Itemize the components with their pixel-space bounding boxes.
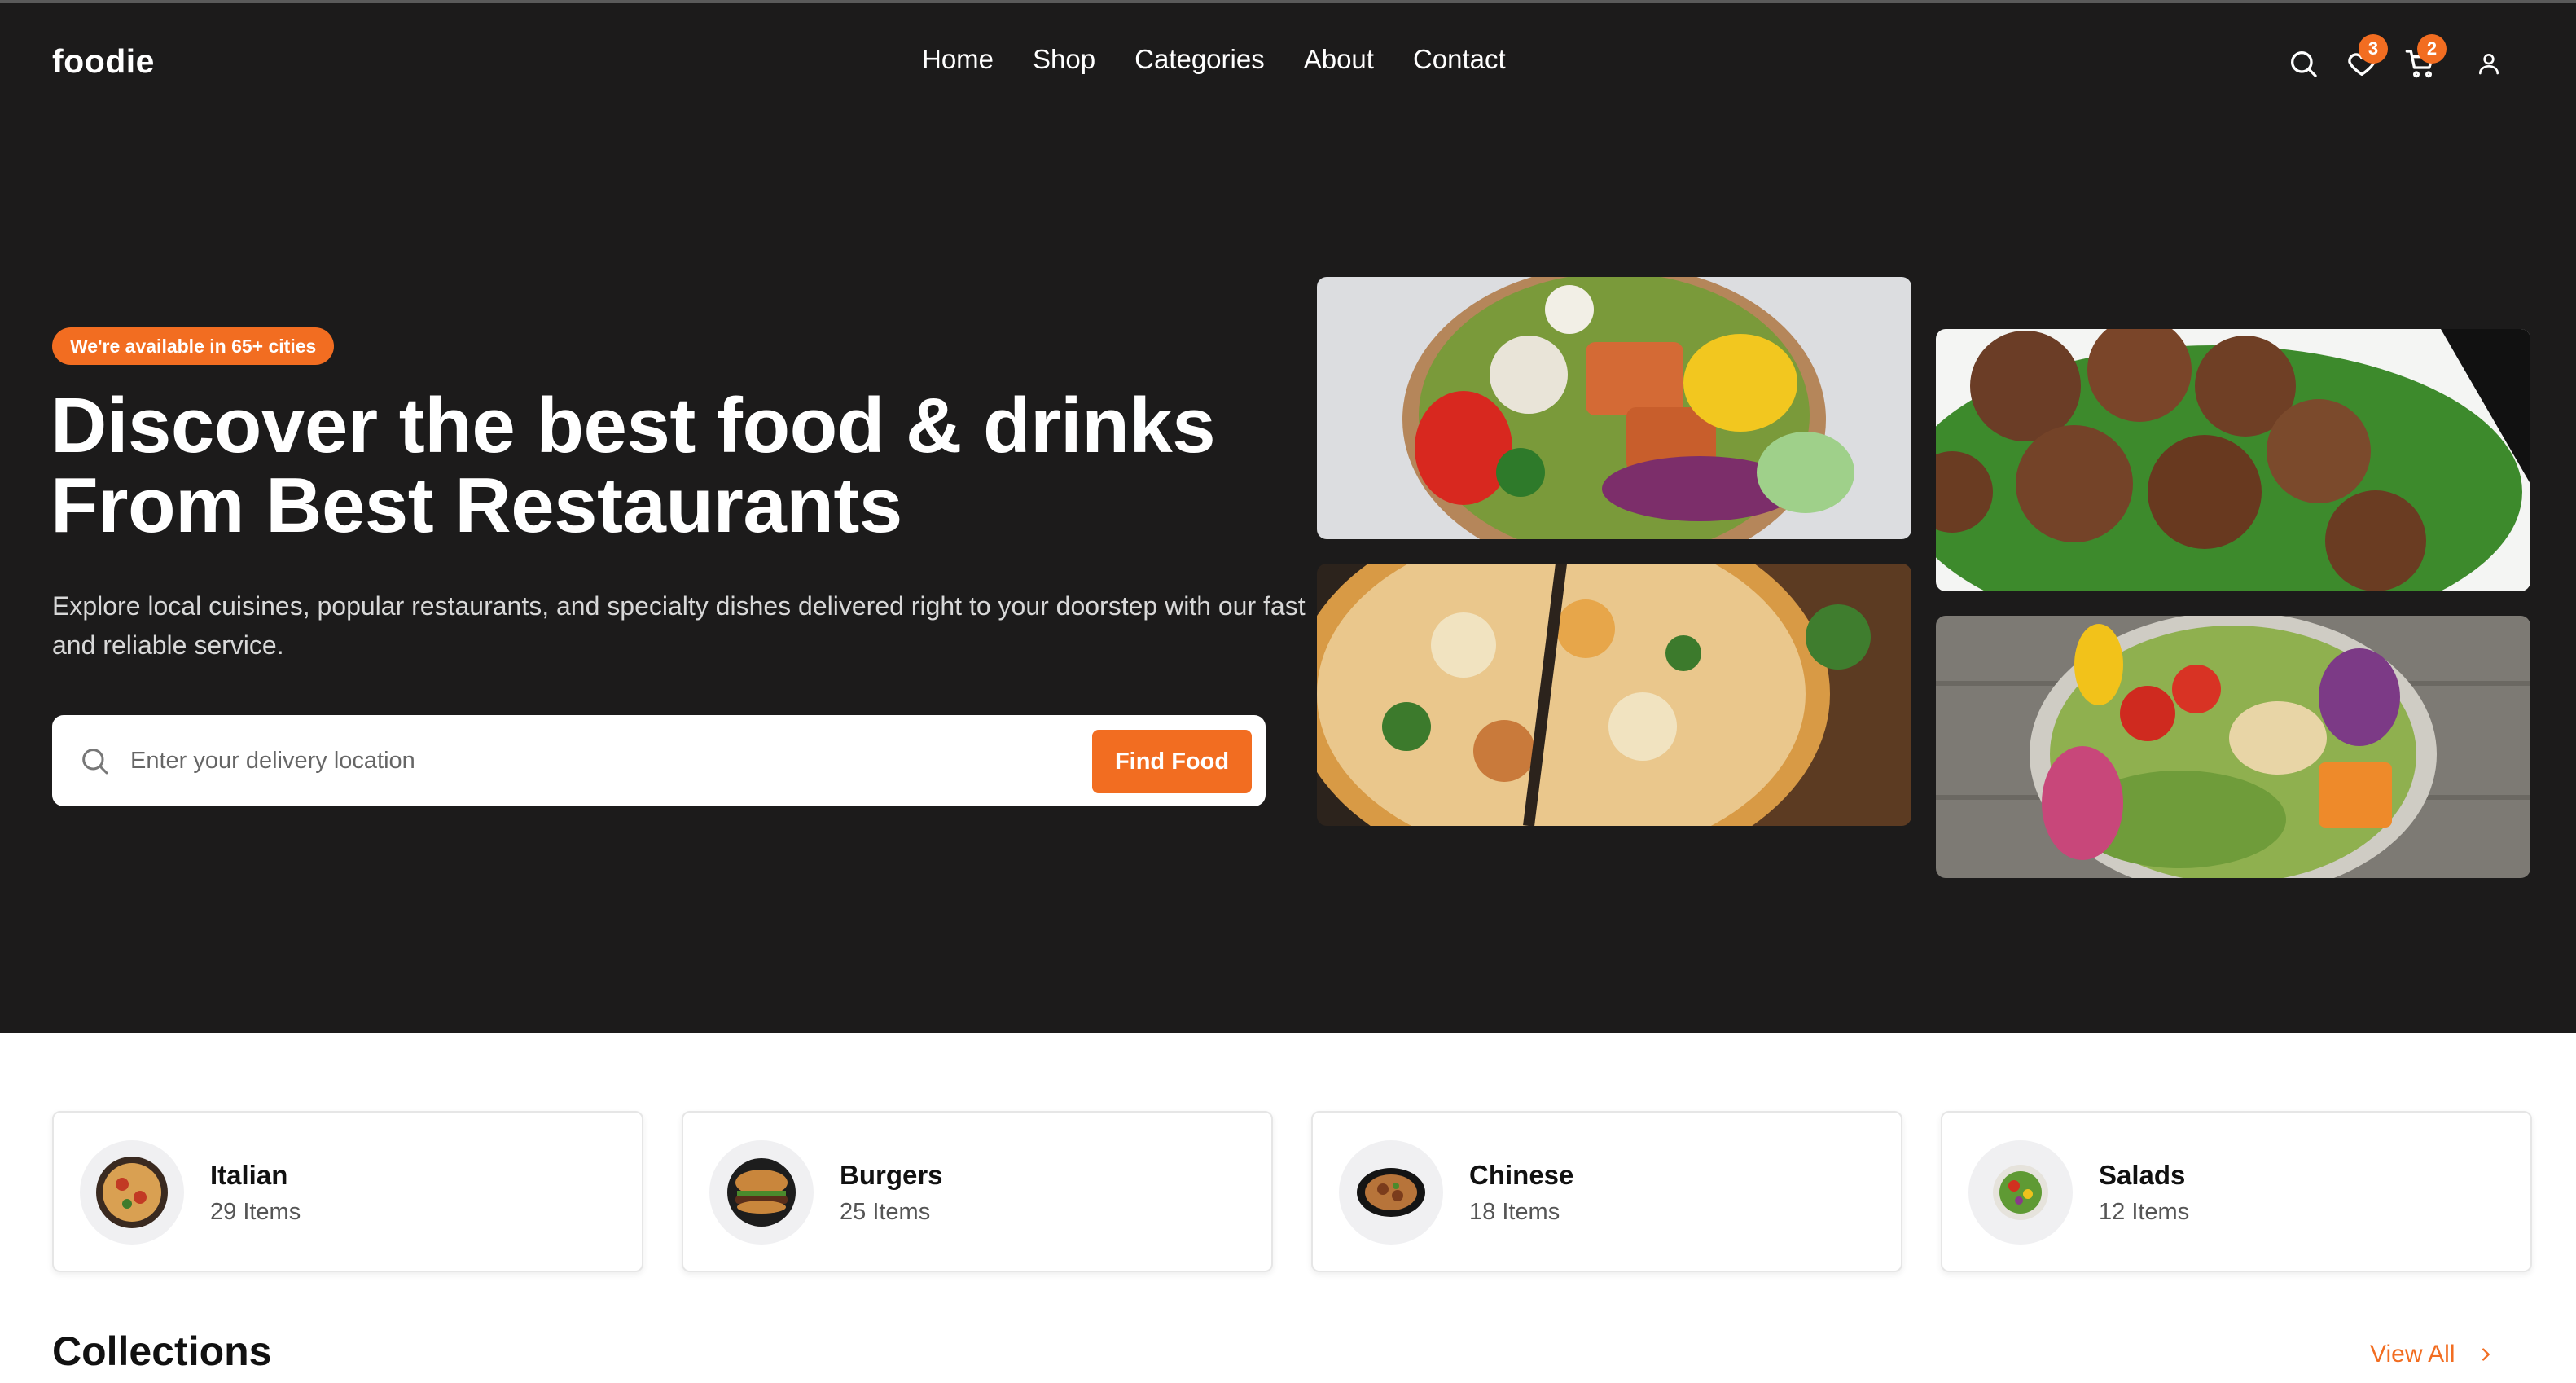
category-name: Chinese: [1469, 1160, 1574, 1190]
category-name: Italian: [210, 1160, 288, 1190]
food-image-salad-bowl: [1317, 277, 1911, 539]
chevron-right-icon: [2482, 1348, 2490, 1361]
header-actions: 3 2: [2280, 34, 2525, 90]
logo[interactable]: foodie: [52, 42, 155, 81]
category-thumb-salads: [1968, 1140, 2073, 1245]
hero-title-line-2: From Best Restaurants: [50, 462, 902, 549]
hero-title-line-1: Discover the best food & drinks: [50, 382, 1216, 469]
hero-section: foodie Home Shop Categories About Contac…: [0, 3, 2576, 1033]
nav-contact[interactable]: Contact: [1413, 44, 1506, 75]
find-food-button[interactable]: Find Food: [1092, 730, 1252, 793]
availability-badge: We're available in 65+ cities: [52, 327, 335, 365]
nav-shop[interactable]: Shop: [1033, 44, 1095, 75]
category-card-burgers[interactable]: Burgers 25 Items: [682, 1111, 1273, 1272]
account-button[interactable]: [2469, 41, 2515, 86]
nav-categories[interactable]: Categories: [1134, 44, 1265, 75]
category-count: 29 Items: [210, 1199, 301, 1225]
delivery-location-input[interactable]: [130, 738, 1108, 784]
view-all-link[interactable]: View All: [2370, 1341, 2495, 1368]
search-icon: [2291, 51, 2317, 77]
nav-about[interactable]: About: [1304, 44, 1374, 75]
user-icon: [2479, 54, 2499, 75]
search-icon: [82, 749, 108, 775]
category-thumb-chinese: [1339, 1140, 1443, 1245]
cart-button[interactable]: 2: [2398, 34, 2447, 86]
category-count: 25 Items: [840, 1199, 931, 1225]
category-thumb-burgers: [709, 1140, 814, 1245]
category-count: 12 Items: [2099, 1199, 2190, 1225]
category-count: 18 Items: [1469, 1199, 1560, 1225]
hero-description: Explore local cuisines, popular restaura…: [52, 591, 1306, 660]
nav-home[interactable]: Home: [922, 44, 994, 75]
category-card-salads[interactable]: Salads 12 Items: [1941, 1111, 2532, 1272]
wishlist-badge: 3: [2359, 34, 2388, 64]
category-thumb-italian: [80, 1140, 184, 1245]
collections-heading: Collections: [52, 1328, 272, 1374]
food-image-meatballs: [1936, 329, 2530, 591]
main-nav: Home Shop Categories About Contact: [922, 44, 1506, 75]
food-image-veggie-bowl: [1936, 616, 2530, 878]
cart-badge: 2: [2417, 34, 2447, 64]
location-search-bar: Find Food: [52, 715, 1266, 806]
category-name: Salads: [2099, 1160, 2186, 1190]
category-name: Burgers: [840, 1160, 943, 1190]
wishlist-button[interactable]: 3: [2339, 34, 2388, 86]
category-card-italian[interactable]: Italian 29 Items: [52, 1111, 643, 1272]
food-image-pizza: [1317, 564, 1911, 826]
category-card-chinese[interactable]: Chinese 18 Items: [1311, 1111, 1902, 1272]
search-button[interactable]: [2280, 41, 2326, 86]
hero-title: Discover the best food & drinks From Bes…: [50, 386, 1321, 546]
view-all-label: View All: [2370, 1341, 2455, 1368]
